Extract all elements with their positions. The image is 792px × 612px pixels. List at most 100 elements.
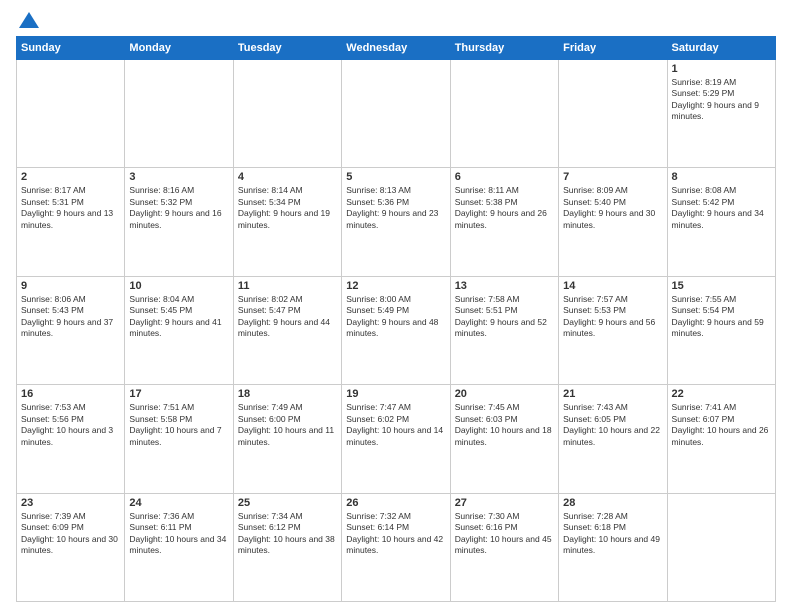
day-info: Sunrise: 7:32 AM Sunset: 6:14 PM Dayligh…	[346, 511, 445, 557]
day-number: 26	[346, 497, 445, 509]
day-cell: 12 Sunrise: 8:00 AM Sunset: 5:49 PM Dayli…	[342, 276, 450, 384]
day-cell: 2 Sunrise: 8:17 AM Sunset: 5:31 PM Daylig…	[17, 168, 125, 276]
day-info: Sunrise: 7:39 AM Sunset: 6:09 PM Dayligh…	[21, 511, 120, 557]
day-cell: 7 Sunrise: 8:09 AM Sunset: 5:40 PM Daylig…	[559, 168, 667, 276]
day-cell: 10Sunrise: 8:04 AM Sunset: 5:45 PM Dayli…	[125, 276, 233, 384]
day-cell: 16 Sunrise: 7:53 AM Sunset: 5:56 PM Dayli…	[17, 385, 125, 493]
day-number: 13	[455, 280, 554, 292]
day-number: 20	[455, 388, 554, 400]
day-cell: 20 Sunrise: 7:45 AM Sunset: 6:03 PM Dayli…	[450, 385, 558, 493]
day-info: Sunrise: 8:19 AM Sunset: 5:29 PM Dayligh…	[672, 77, 771, 123]
week-row-4: 23 Sunrise: 7:39 AM Sunset: 6:09 PM Dayli…	[17, 493, 776, 601]
day-info: Sunrise: 8:17 AM Sunset: 5:31 PM Dayligh…	[21, 185, 120, 231]
week-row-3: 16 Sunrise: 7:53 AM Sunset: 5:56 PM Dayli…	[17, 385, 776, 493]
day-number: 22	[672, 388, 771, 400]
day-cell: 26 Sunrise: 7:32 AM Sunset: 6:14 PM Dayli…	[342, 493, 450, 601]
day-number: 4	[238, 171, 337, 183]
day-number: 17	[129, 388, 228, 400]
day-number: 9	[21, 280, 120, 292]
day-cell: 17 Sunrise: 7:51 AM Sunset: 5:58 PM Dayli…	[125, 385, 233, 493]
day-cell: 8 Sunrise: 8:08 AM Sunset: 5:42 PM Daylig…	[667, 168, 775, 276]
day-cell: 3 Sunrise: 8:16 AM Sunset: 5:32 PM Daylig…	[125, 168, 233, 276]
day-number: 16	[21, 388, 120, 400]
weekday-monday: Monday	[125, 37, 233, 60]
day-number: 12	[346, 280, 445, 292]
day-number: 7	[563, 171, 662, 183]
day-number: 11	[238, 280, 337, 292]
day-number: 2	[21, 171, 120, 183]
day-info: Sunrise: 8:04 AM Sunset: 5:45 PM Dayligh…	[129, 294, 228, 340]
day-info: Sunrise: 7:51 AM Sunset: 5:58 PM Dayligh…	[129, 402, 228, 448]
week-row-0: 1 Sunrise: 8:19 AM Sunset: 5:29 PM Daylig…	[17, 60, 776, 168]
day-info: Sunrise: 8:08 AM Sunset: 5:42 PM Dayligh…	[672, 185, 771, 231]
weekday-sunday: Sunday	[17, 37, 125, 60]
day-cell: 23 Sunrise: 7:39 AM Sunset: 6:09 PM Dayli…	[17, 493, 125, 601]
day-number: 19	[346, 388, 445, 400]
day-info: Sunrise: 7:57 AM Sunset: 5:53 PM Dayligh…	[563, 294, 662, 340]
day-number: 23	[21, 497, 120, 509]
day-info: Sunrise: 7:49 AM Sunset: 6:00 PM Dayligh…	[238, 402, 337, 448]
weekday-saturday: Saturday	[667, 37, 775, 60]
day-info: Sunrise: 7:47 AM Sunset: 6:02 PM Dayligh…	[346, 402, 445, 448]
day-cell: 13 Sunrise: 7:58 AM Sunset: 5:51 PM Dayli…	[450, 276, 558, 384]
page: SundayMondayTuesdayWednesdayThursdayFrid…	[0, 0, 792, 612]
day-cell	[342, 60, 450, 168]
day-info: Sunrise: 7:45 AM Sunset: 6:03 PM Dayligh…	[455, 402, 554, 448]
day-cell: 15 Sunrise: 7:55 AM Sunset: 5:54 PM Dayli…	[667, 276, 775, 384]
day-info: Sunrise: 7:53 AM Sunset: 5:56 PM Dayligh…	[21, 402, 120, 448]
calendar-table: SundayMondayTuesdayWednesdayThursdayFrid…	[16, 36, 776, 602]
weekday-wednesday: Wednesday	[342, 37, 450, 60]
day-cell: 19 Sunrise: 7:47 AM Sunset: 6:02 PM Dayli…	[342, 385, 450, 493]
day-number: 18	[238, 388, 337, 400]
day-cell: 1 Sunrise: 8:19 AM Sunset: 5:29 PM Daylig…	[667, 60, 775, 168]
day-cell: 6Sunrise: 8:11 AM Sunset: 5:38 PM Daylig…	[450, 168, 558, 276]
day-info: Sunrise: 7:58 AM Sunset: 5:51 PM Dayligh…	[455, 294, 554, 340]
day-info: Sunrise: 7:36 AM Sunset: 6:11 PM Dayligh…	[129, 511, 228, 557]
day-info: Sunrise: 8:02 AM Sunset: 5:47 PM Dayligh…	[238, 294, 337, 340]
day-number: 3	[129, 171, 228, 183]
day-cell	[233, 60, 341, 168]
header	[16, 16, 776, 28]
day-number: 15	[672, 280, 771, 292]
day-number: 14	[563, 280, 662, 292]
day-info: Sunrise: 8:16 AM Sunset: 5:32 PM Dayligh…	[129, 185, 228, 231]
day-info: Sunrise: 8:14 AM Sunset: 5:34 PM Dayligh…	[238, 185, 337, 231]
day-info: Sunrise: 7:55 AM Sunset: 5:54 PM Dayligh…	[672, 294, 771, 340]
day-cell: 11 Sunrise: 8:02 AM Sunset: 5:47 PM Dayli…	[233, 276, 341, 384]
day-cell: 5 Sunrise: 8:13 AM Sunset: 5:36 PM Daylig…	[342, 168, 450, 276]
week-row-2: 9Sunrise: 8:06 AM Sunset: 5:43 PM Daylig…	[17, 276, 776, 384]
day-number: 5	[346, 171, 445, 183]
day-number: 1	[672, 63, 771, 75]
day-info: Sunrise: 7:43 AM Sunset: 6:05 PM Dayligh…	[563, 402, 662, 448]
day-info: Sunrise: 7:28 AM Sunset: 6:18 PM Dayligh…	[563, 511, 662, 557]
day-cell: 25Sunrise: 7:34 AM Sunset: 6:12 PM Dayli…	[233, 493, 341, 601]
day-info: Sunrise: 8:13 AM Sunset: 5:36 PM Dayligh…	[346, 185, 445, 231]
day-info: Sunrise: 8:11 AM Sunset: 5:38 PM Dayligh…	[455, 185, 554, 231]
day-cell	[450, 60, 558, 168]
day-number: 8	[672, 171, 771, 183]
weekday-header-row: SundayMondayTuesdayWednesdayThursdayFrid…	[17, 37, 776, 60]
weekday-tuesday: Tuesday	[233, 37, 341, 60]
day-cell: 28 Sunrise: 7:28 AM Sunset: 6:18 PM Dayli…	[559, 493, 667, 601]
day-cell	[125, 60, 233, 168]
day-number: 27	[455, 497, 554, 509]
day-number: 21	[563, 388, 662, 400]
day-info: Sunrise: 7:30 AM Sunset: 6:16 PM Dayligh…	[455, 511, 554, 557]
day-cell	[17, 60, 125, 168]
day-cell: 14 Sunrise: 7:57 AM Sunset: 5:53 PM Dayli…	[559, 276, 667, 384]
weekday-thursday: Thursday	[450, 37, 558, 60]
day-number: 24	[129, 497, 228, 509]
day-info: Sunrise: 8:00 AM Sunset: 5:49 PM Dayligh…	[346, 294, 445, 340]
day-cell: 24 Sunrise: 7:36 AM Sunset: 6:11 PM Dayli…	[125, 493, 233, 601]
day-info: Sunrise: 8:09 AM Sunset: 5:40 PM Dayligh…	[563, 185, 662, 231]
week-row-1: 2 Sunrise: 8:17 AM Sunset: 5:31 PM Daylig…	[17, 168, 776, 276]
day-cell	[559, 60, 667, 168]
logo-icon	[19, 12, 39, 28]
day-number: 25	[238, 497, 337, 509]
day-cell: 22Sunrise: 7:41 AM Sunset: 6:07 PM Dayli…	[667, 385, 775, 493]
day-cell: 4 Sunrise: 8:14 AM Sunset: 5:34 PM Daylig…	[233, 168, 341, 276]
day-cell: 18 Sunrise: 7:49 AM Sunset: 6:00 PM Dayli…	[233, 385, 341, 493]
logo	[16, 16, 39, 28]
day-number: 28	[563, 497, 662, 509]
weekday-friday: Friday	[559, 37, 667, 60]
